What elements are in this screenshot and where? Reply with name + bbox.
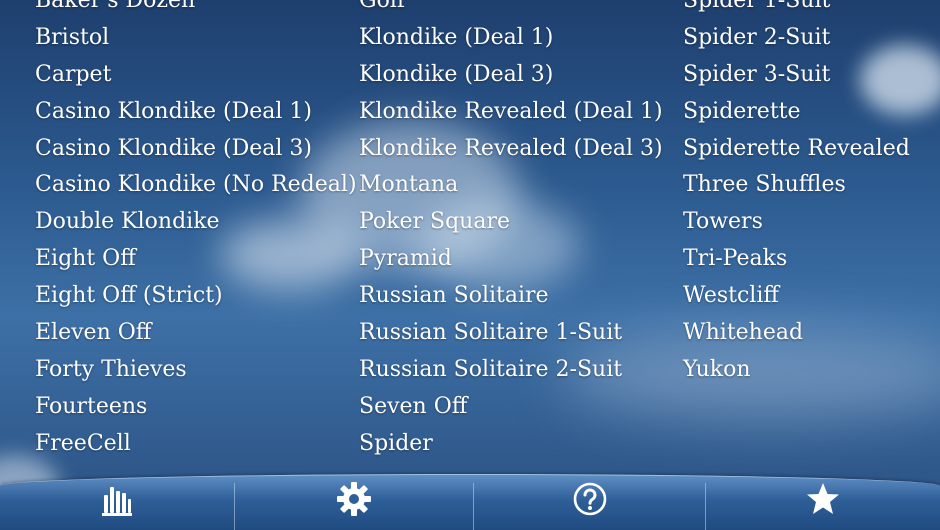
game-item[interactable]: Golf <box>359 0 663 20</box>
game-item[interactable]: Casino Klondike (Deal 3) <box>35 131 357 168</box>
game-item[interactable]: Russian Solitaire 1-Suit <box>359 315 663 352</box>
game-item[interactable]: Double Klondike <box>35 204 357 241</box>
game-item[interactable]: Spiderette <box>683 94 910 131</box>
game-item[interactable]: Towers <box>683 204 910 241</box>
stats-bars-icon <box>102 487 132 516</box>
game-item[interactable]: Spider 3-Suit <box>683 57 910 94</box>
favorites-button[interactable] <box>706 481 940 530</box>
game-item[interactable]: Yukon <box>683 352 910 389</box>
help-button[interactable] <box>474 481 705 530</box>
game-item[interactable]: Spiderette Revealed <box>683 131 910 168</box>
gear-icon <box>337 482 371 516</box>
game-item[interactable]: Westcliff <box>683 278 910 315</box>
game-item[interactable]: Klondike (Deal 1) <box>359 20 663 57</box>
game-item[interactable]: Poker Square <box>359 204 663 241</box>
game-item[interactable]: Fourteens <box>35 389 357 426</box>
game-item[interactable]: Russian Solitaire <box>359 278 663 315</box>
game-item[interactable]: Klondike (Deal 3) <box>359 57 663 94</box>
game-list-column-1: Baker's Dozen Bristol Carpet Casino Klon… <box>35 0 357 463</box>
game-item[interactable]: Eight Off (Strict) <box>35 278 357 315</box>
help-circle-icon <box>573 482 606 516</box>
game-item[interactable]: Pyramid <box>359 241 663 278</box>
game-item[interactable]: Three Shuffles <box>683 167 910 204</box>
bottom-toolbar <box>0 474 940 530</box>
game-item[interactable]: Forty Thieves <box>35 352 357 389</box>
game-item[interactable]: Spider 2-Suit <box>683 20 910 57</box>
game-list-column-2: Golf Klondike (Deal 1) Klondike (Deal 3)… <box>359 0 663 463</box>
game-item[interactable]: Carpet <box>35 57 357 94</box>
game-item[interactable]: Whitehead <box>683 315 910 352</box>
statistics-button[interactable] <box>0 481 234 530</box>
game-item[interactable]: FreeCell <box>35 426 357 463</box>
star-icon <box>807 483 839 514</box>
game-item[interactable]: Klondike Revealed (Deal 3) <box>359 131 663 168</box>
game-item[interactable]: Montana <box>359 167 663 204</box>
game-item[interactable]: Casino Klondike (No Redeal) <box>35 167 357 204</box>
game-item[interactable]: Eleven Off <box>35 315 357 352</box>
game-item[interactable]: Klondike Revealed (Deal 1) <box>359 94 663 131</box>
game-item[interactable]: Spider 1-Suit <box>683 0 910 20</box>
game-item[interactable]: Spider <box>359 426 663 463</box>
game-item[interactable]: Casino Klondike (Deal 1) <box>35 94 357 131</box>
game-item[interactable]: Eight Off <box>35 241 357 278</box>
game-item[interactable]: Seven Off <box>359 389 663 426</box>
game-item[interactable]: Baker's Dozen <box>35 0 357 20</box>
game-item[interactable]: Bristol <box>35 20 357 57</box>
settings-button[interactable] <box>235 481 473 530</box>
game-list-column-3: Spider 1-Suit Spider 2-Suit Spider 3-Sui… <box>683 0 910 389</box>
game-item[interactable]: Tri-Peaks <box>683 241 910 278</box>
game-item[interactable]: Russian Solitaire 2-Suit <box>359 352 663 389</box>
